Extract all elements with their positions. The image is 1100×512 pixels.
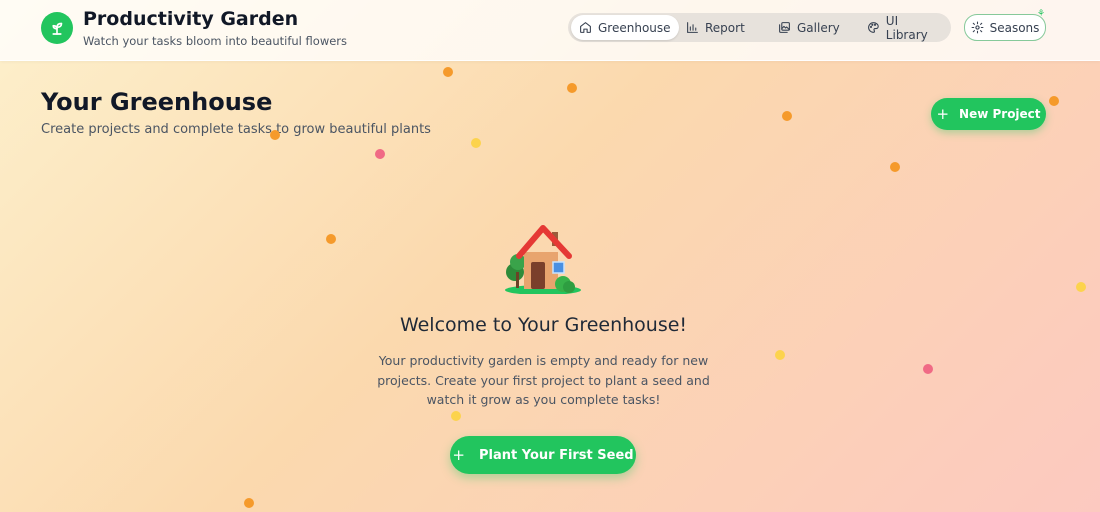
nav-ui-library-label: UI Library [885, 13, 928, 42]
decor-dot [775, 350, 785, 360]
decor-dot [326, 234, 336, 244]
bar-chart-icon [687, 22, 698, 33]
nav-ui-library[interactable]: UI Library [859, 13, 951, 42]
gallery-icon [779, 22, 790, 33]
nav-report-label: Report [705, 20, 745, 35]
plant-first-seed-label: Plant Your First Seed [478, 447, 634, 463]
nav-greenhouse[interactable]: Greenhouse [571, 15, 679, 40]
house-icon [505, 225, 581, 294]
welcome-title: Welcome to Your Greenhouse! [399, 314, 688, 336]
plus-icon: + [452, 445, 465, 464]
decor-dot [923, 364, 933, 374]
new-project-button[interactable]: + New Project [931, 98, 1046, 130]
nav-report[interactable]: Report [678, 15, 753, 40]
decor-dot [1076, 282, 1086, 292]
gear-icon [971, 21, 984, 34]
nav-gallery[interactable]: Gallery [770, 15, 848, 40]
app-subtitle: Watch your tasks bloom into beautiful fl… [83, 34, 348, 48]
decor-dot [244, 498, 254, 508]
decor-dot [890, 162, 900, 172]
decor-dot [443, 67, 453, 77]
app-header: Productivity Garden Watch your tasks blo… [0, 0, 1100, 61]
decor-dot [375, 149, 385, 159]
seasons-label: Seasons [989, 20, 1040, 35]
nav-greenhouse-label: Greenhouse [598, 20, 671, 35]
page-title: Your Greenhouse [41, 88, 273, 116]
welcome-text: Your productivity garden is empty and re… [377, 353, 710, 407]
home-icon [580, 22, 591, 33]
decor-dot [451, 411, 461, 421]
app-title: Productivity Garden [83, 8, 299, 30]
nav-gallery-label: Gallery [797, 20, 840, 35]
decor-dot [270, 130, 280, 140]
decor-dot [471, 138, 481, 148]
seasons-button[interactable]: Seasons [964, 14, 1046, 41]
sprout-icon [41, 12, 73, 44]
leaf-icon: ⚘ [1037, 9, 1046, 19]
plant-first-seed-button[interactable]: + Plant Your First Seed [450, 436, 636, 474]
page-subtitle: Create projects and complete tasks to gr… [41, 122, 431, 137]
main-nav: Greenhouse Report Gallery UI Library [568, 13, 951, 42]
decor-dot [1049, 96, 1059, 106]
decor-dot [782, 111, 792, 121]
plus-icon: + [936, 104, 950, 123]
palette-icon [868, 22, 879, 33]
new-project-label: New Project [959, 107, 1041, 121]
decor-dot [567, 83, 577, 93]
